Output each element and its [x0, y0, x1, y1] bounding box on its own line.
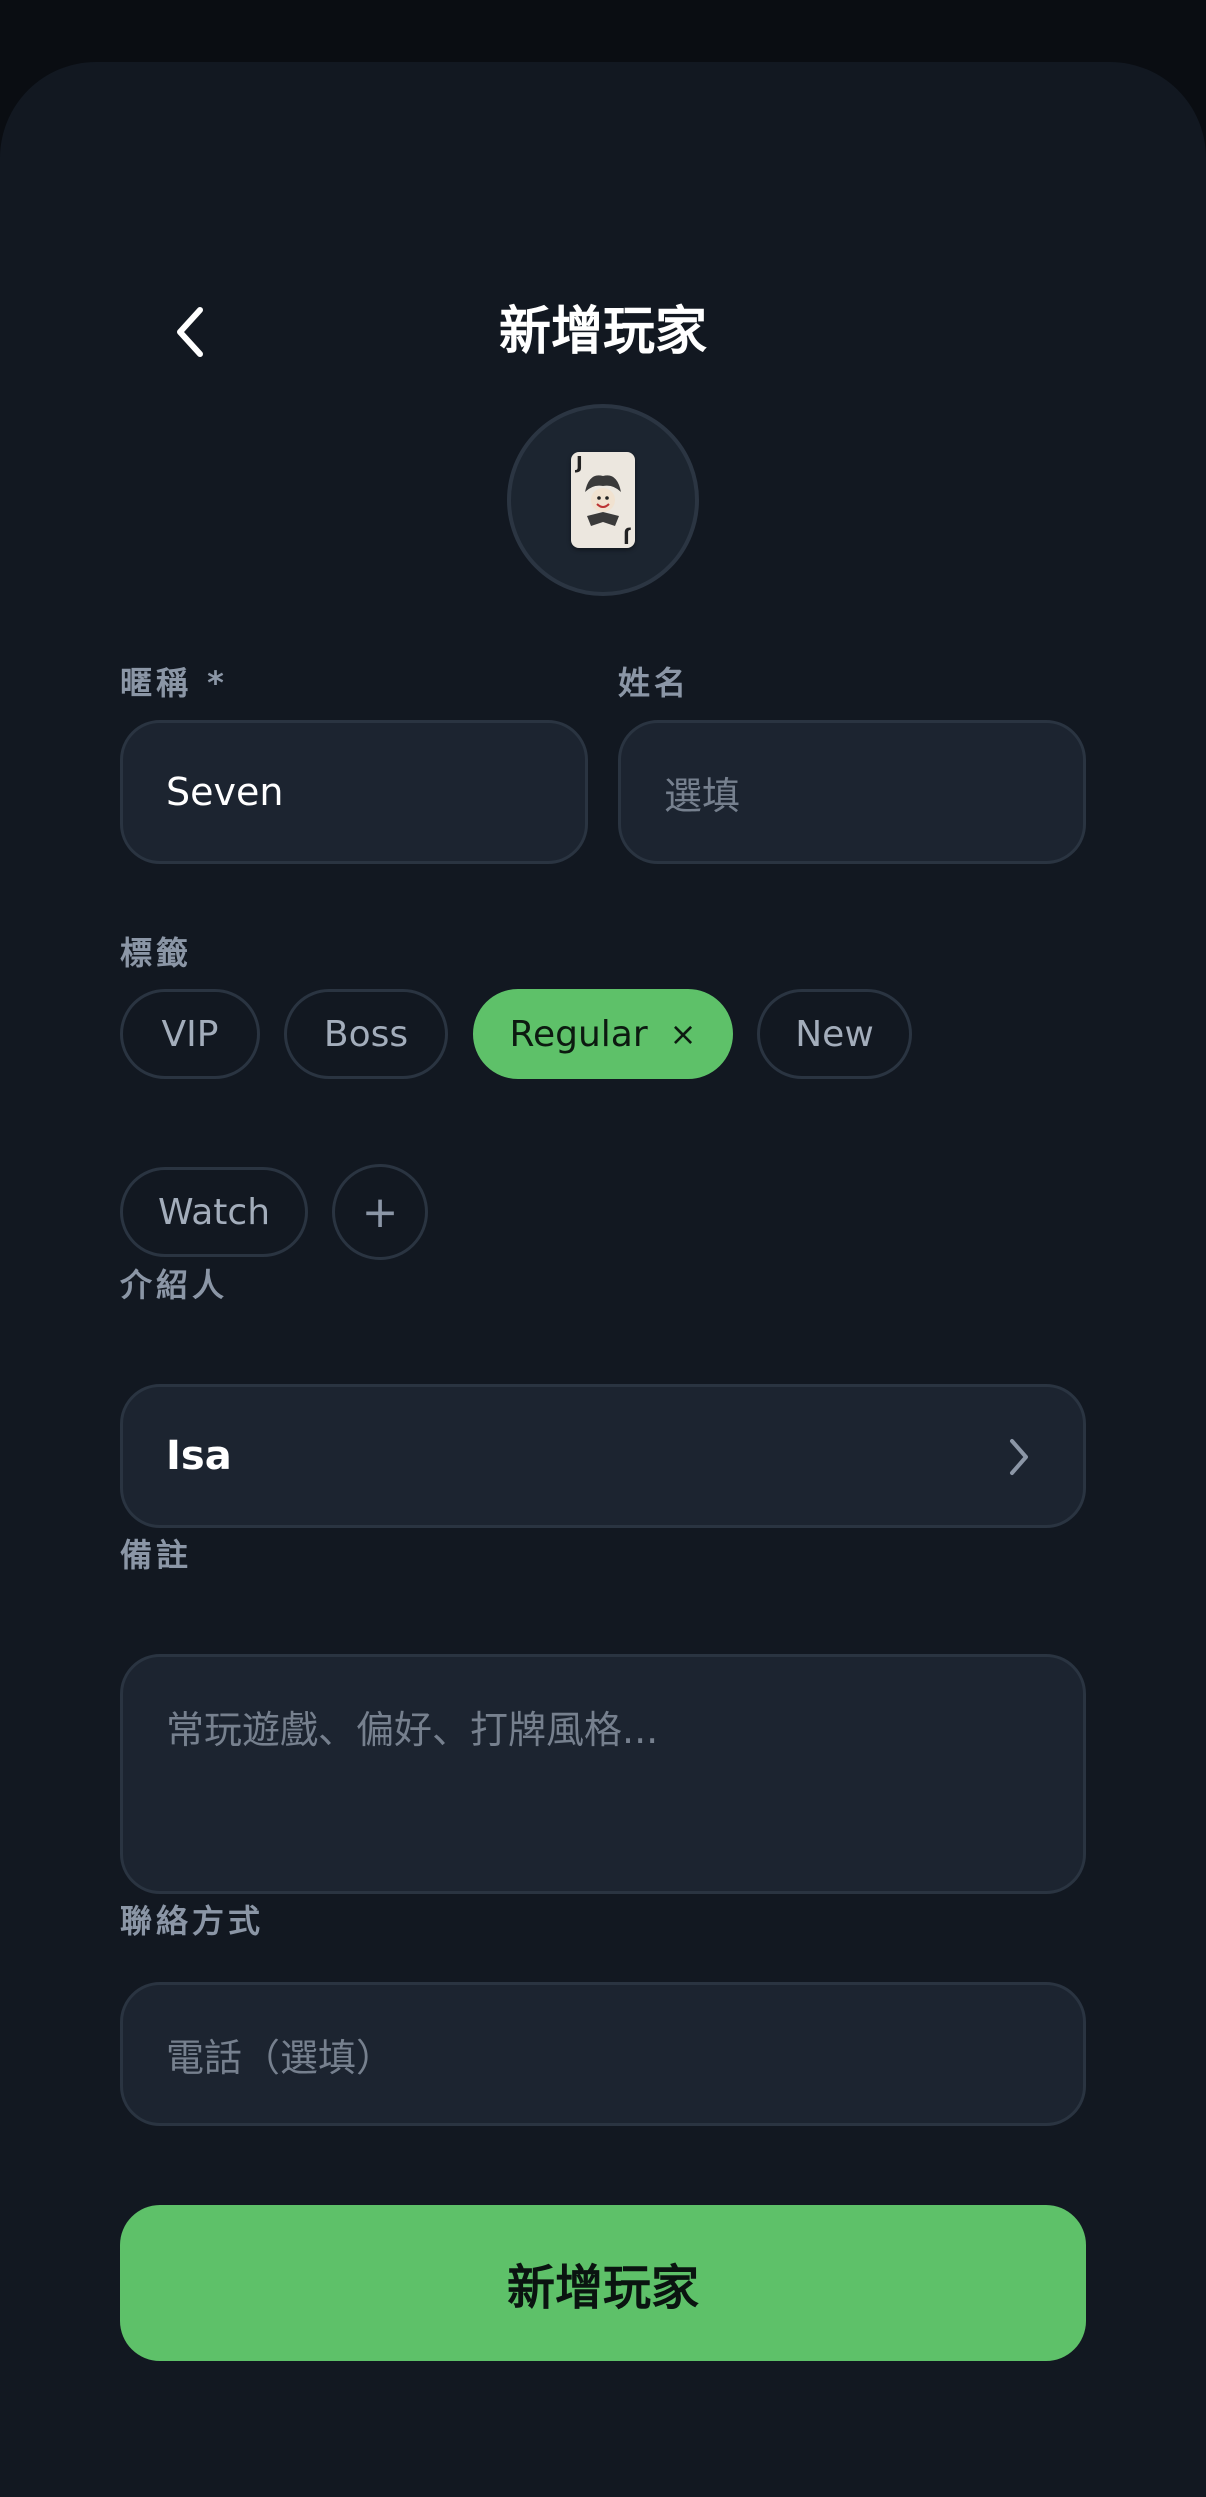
chevron-right-icon: [1010, 1439, 1028, 1475]
add-tag-button[interactable]: +: [332, 1164, 428, 1260]
tag-label: Regular: [509, 1013, 648, 1055]
plus-icon: +: [361, 1186, 399, 1238]
remove-tag-icon[interactable]: ×: [670, 1015, 697, 1053]
name-placeholder: 選填: [664, 773, 741, 818]
referrer-label: 介紹人: [120, 1266, 229, 1304]
nickname-label: 暱稱 *: [120, 664, 228, 702]
tag-chip-new[interactable]: New: [757, 989, 912, 1079]
nickname-field[interactable]: Seven: [120, 720, 588, 864]
phone-field[interactable]: 電話（選填）: [120, 1982, 1086, 2126]
notes-label: 備註: [120, 1536, 193, 1574]
jester-face-icon: [585, 475, 621, 526]
tag-label: Watch: [157, 1191, 271, 1233]
notes-textarea[interactable]: 常玩遊戲、偏好、打牌風格...: [120, 1654, 1086, 1894]
notes-placeholder: 常玩遊戲、偏好、打牌風格...: [166, 1708, 659, 1752]
tag-label: VIP: [161, 1013, 219, 1055]
tags-label: 標籤: [120, 934, 193, 972]
tag-chip-regular[interactable]: Regular ×: [473, 989, 733, 1079]
chevron-left-icon: [177, 307, 203, 357]
tag-chip-watch[interactable]: Watch: [120, 1167, 308, 1257]
submit-button[interactable]: 新增玩家: [120, 2205, 1086, 2361]
scroll-clip: 電話（選填）: [0, 1962, 1206, 2145]
header: 新增玩家: [0, 282, 1206, 382]
contact-label: 聯絡方式: [120, 1902, 265, 1940]
tag-label: Boss: [323, 1013, 409, 1055]
name-field[interactable]: 選填: [618, 720, 1086, 864]
nickname-value: Seven: [166, 770, 284, 814]
avatar-picker[interactable]: J J: [507, 404, 699, 596]
tag-chip-vip[interactable]: VIP: [120, 989, 260, 1079]
phone-placeholder: 電話（選填）: [166, 2035, 395, 2080]
tag-chip-boss[interactable]: Boss: [284, 989, 448, 1079]
referrer-value: Isa: [166, 1433, 232, 1479]
sheet: 新增玩家 J J 暱稱 * Seven 姓名 選填 標籤 VIP Boss Re…: [0, 62, 1206, 2497]
tag-label: New: [795, 1013, 874, 1055]
joker-card-icon: J J: [571, 452, 635, 548]
referrer-select[interactable]: Isa: [120, 1384, 1086, 1528]
name-label: 姓名: [618, 664, 691, 702]
back-button[interactable]: [140, 282, 240, 382]
